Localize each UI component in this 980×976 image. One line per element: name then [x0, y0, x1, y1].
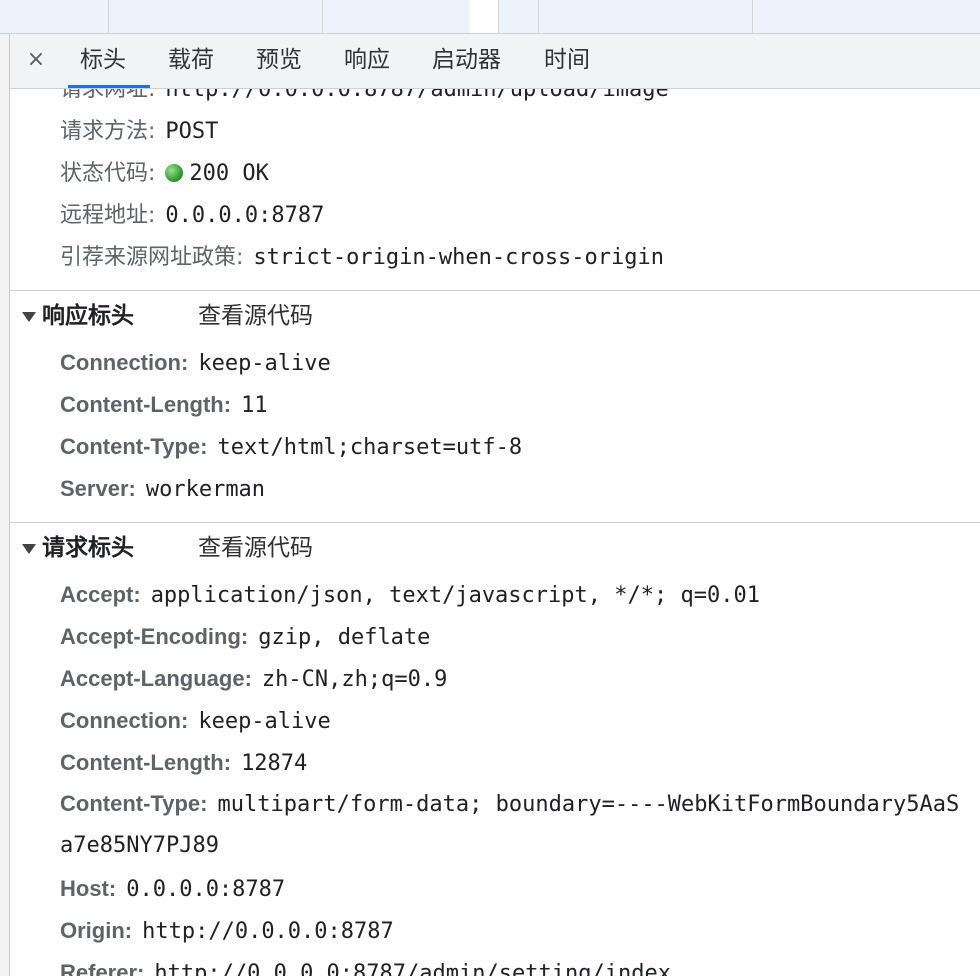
- status-ok-icon: [165, 164, 184, 182]
- network-table-strip: [0, 0, 980, 34]
- request-header-row: Accept: application/json, text/javascript…: [60, 574, 760, 616]
- tab-response[interactable]: 响应: [342, 44, 392, 76]
- tab-headers[interactable]: 标头: [68, 44, 150, 88]
- request-headers-section-header[interactable]: 请求标头 查看源代码: [10, 527, 980, 569]
- header-value: keep-alive: [198, 709, 331, 734]
- general-row-remote: 远程地址: 0.0.0.0:8787: [60, 194, 324, 236]
- close-icon[interactable]: ×: [24, 46, 48, 74]
- response-view-source-link[interactable]: 查看源代码: [198, 295, 313, 337]
- header-value: 11: [241, 393, 268, 418]
- referrer-policy-key: 引荐来源网址政策:: [60, 245, 244, 270]
- header-key: Connection:: [60, 708, 189, 733]
- request-header-row: Host: 0.0.0.0:8787: [60, 868, 285, 910]
- left-gutter: [0, 34, 10, 976]
- remote-address-key: 远程地址:: [60, 203, 156, 228]
- tab-preview[interactable]: 预览: [254, 44, 304, 76]
- header-value: 0.0.0.0:8787: [126, 877, 286, 902]
- header-key: Origin:: [60, 918, 133, 943]
- response-header-row: Content-Length: 11: [60, 384, 268, 426]
- header-value: keep-alive: [198, 351, 331, 376]
- header-value: application/json, text/javascript, */*; …: [150, 583, 760, 608]
- header-key: Content-Type:: [60, 791, 208, 816]
- table-selected-cell: [470, 0, 498, 33]
- table-column-divider: [108, 0, 109, 33]
- details-tab-bar: × 标头 载荷 预览 响应 启动器 时间: [10, 34, 980, 89]
- response-header-row: Content-Type: text/html;charset=utf-8: [60, 426, 522, 468]
- header-value: 12874: [241, 751, 308, 776]
- response-header-row: Server: workerman: [60, 468, 265, 510]
- header-key: Content-Type:: [60, 434, 208, 459]
- tab-timing[interactable]: 时间: [542, 44, 592, 76]
- header-key: Content-Length:: [60, 750, 232, 775]
- response-headers-section-header[interactable]: 响应标头 查看源代码: [10, 295, 980, 337]
- table-column-divider: [752, 0, 753, 33]
- request-header-row: Accept-Encoding: gzip, deflate: [60, 616, 430, 658]
- general-row-request-url: 请求网址: http://0.0.0.0:8787/admin/upload/im…: [60, 89, 669, 110]
- tab-payload[interactable]: 载荷: [166, 44, 216, 76]
- request-method-value: POST: [165, 119, 219, 144]
- header-key: Accept-Encoding:: [60, 624, 249, 649]
- header-key: Accept-Language:: [60, 666, 252, 691]
- request-header-row: Origin: http://0.0.0.0:8787: [60, 910, 394, 952]
- table-column-divider: [538, 0, 539, 33]
- header-key: Content-Length:: [60, 392, 232, 417]
- response-header-row: Connection: keep-alive: [60, 342, 331, 384]
- general-row-status: 状态代码: 200 OK: [60, 152, 269, 194]
- request-header-row: Content-Length: 12874: [60, 742, 307, 784]
- header-value: text/html;charset=utf-8: [217, 435, 523, 460]
- header-value: gzip, deflate: [258, 625, 431, 650]
- status-code-value: 200 OK: [189, 161, 269, 186]
- response-headers-title: 响应标头: [42, 303, 134, 329]
- header-value: http://0.0.0.0:8787/admin/setting/index: [154, 961, 671, 976]
- header-key: Connection:: [60, 350, 189, 375]
- request-header-row: Accept-Language: zh-CN,zh;q=0.9: [60, 658, 447, 700]
- header-key: Server:: [60, 476, 136, 501]
- header-key: Accept:: [60, 582, 141, 607]
- section-divider: [10, 290, 980, 291]
- request-url-value: http://0.0.0.0:8787/admin/upload/image: [165, 89, 669, 102]
- expand-triangle-icon[interactable]: [22, 544, 36, 554]
- request-header-row: Connection: keep-alive: [60, 700, 331, 742]
- request-header-row: Content-Type: multipart/form-data; bounda…: [60, 784, 970, 868]
- header-key: Referer:: [60, 960, 145, 976]
- headers-panel[interactable]: 请求网址: http://0.0.0.0:8787/admin/upload/im…: [10, 89, 980, 976]
- header-key: Host:: [60, 876, 117, 901]
- table-column-divider: [498, 0, 499, 33]
- general-row-method: 请求方法: POST: [60, 110, 218, 152]
- status-code-key: 状态代码:: [60, 161, 156, 186]
- tab-initiator[interactable]: 启动器: [430, 44, 503, 76]
- section-divider: [10, 522, 980, 523]
- request-view-source-link[interactable]: 查看源代码: [198, 527, 313, 569]
- request-url-key: 请求网址:: [60, 89, 156, 102]
- referrer-policy-value: strict-origin-when-cross-origin: [253, 245, 665, 270]
- request-method-key: 请求方法:: [60, 119, 156, 144]
- request-header-row: Referer: http://0.0.0.0:8787/admin/settin…: [60, 952, 671, 976]
- table-column-divider: [322, 0, 323, 33]
- general-row-referrer-policy: 引荐来源网址政策: strict-origin-when-cross-origin: [60, 236, 664, 278]
- request-headers-title: 请求标头: [42, 535, 134, 561]
- expand-triangle-icon[interactable]: [22, 312, 36, 322]
- remote-address-value: 0.0.0.0:8787: [165, 203, 325, 228]
- header-value: zh-CN,zh;q=0.9: [261, 667, 448, 692]
- header-value: http://0.0.0.0:8787: [142, 919, 394, 944]
- header-value: workerman: [145, 477, 266, 502]
